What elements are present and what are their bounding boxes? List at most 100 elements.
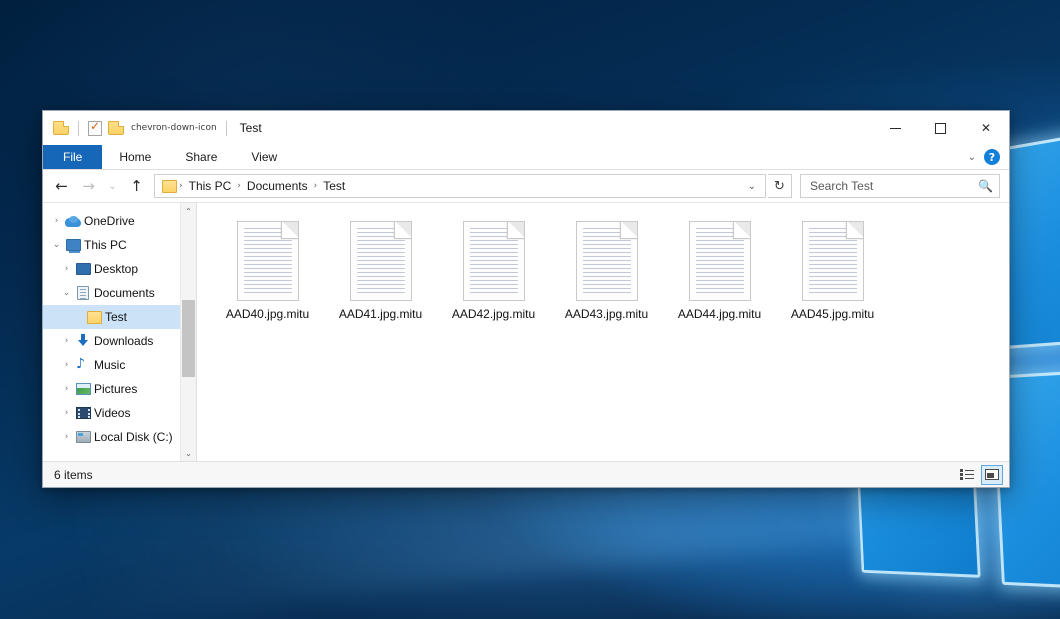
breadcrumb-item-this-pc[interactable]: This PC — [185, 179, 236, 193]
file-name-label: AAD45.jpg.mitu — [791, 307, 874, 321]
breadcrumb-item-documents[interactable]: Documents — [243, 179, 312, 193]
toolbar-divider — [78, 121, 79, 136]
tab-file[interactable]: File — [43, 145, 102, 169]
document-fold-corner — [394, 221, 412, 239]
expand-chevron-icon[interactable]: › — [59, 384, 74, 394]
expand-chevron-icon[interactable]: › — [59, 360, 74, 370]
document-fold-corner — [733, 221, 751, 239]
file-name-label: AAD43.jpg.mitu — [565, 307, 648, 321]
expand-chevron-icon[interactable]: › — [59, 264, 74, 274]
navigation-pane: › OneDrive ⌄ This PC › Desktop — [43, 203, 197, 461]
expand-chevron-icon[interactable]: › — [49, 216, 64, 226]
view-mode-buttons — [956, 465, 1003, 485]
file-name-label: AAD40.jpg.mitu — [226, 307, 309, 321]
sidebar-item-onedrive[interactable]: › OneDrive — [43, 209, 180, 233]
folder-icon — [85, 311, 103, 324]
scrollbar-thumb[interactable] — [182, 300, 195, 377]
new-folder-icon[interactable] — [108, 121, 124, 135]
ribbon-right-controls: ⌄ ? — [968, 145, 1009, 169]
document-fold-corner — [507, 221, 525, 239]
file-item[interactable]: AAD44.jpg.mitu — [663, 217, 776, 331]
chevron-down-icon[interactable]: chevron-down-icon — [131, 123, 217, 133]
properties-checkbox-icon[interactable] — [88, 121, 102, 136]
file-list-view[interactable]: AAD40.jpg.mitu AAD41.jpg.mitu — [197, 203, 1009, 461]
pictures-icon — [74, 383, 92, 395]
address-dropdown-chevron-down-icon[interactable]: ⌄ — [741, 181, 763, 192]
help-icon[interactable]: ? — [984, 149, 1000, 165]
close-button[interactable]: ✕ — [963, 111, 1009, 145]
sidebar-item-label: Music — [92, 358, 125, 372]
details-view-icon — [960, 469, 974, 480]
sidebar-item-label: Pictures — [92, 382, 137, 396]
folder-icon[interactable] — [53, 121, 69, 135]
maximize-icon — [935, 123, 946, 134]
file-name-label: AAD41.jpg.mitu — [339, 307, 422, 321]
recent-locations-chevron-down-icon[interactable]: ⌄ — [103, 174, 122, 198]
file-item[interactable]: AAD42.jpg.mitu — [437, 217, 550, 331]
sidebar-item-documents[interactable]: ⌄ Documents — [43, 281, 180, 305]
file-name-label: AAD44.jpg.mitu — [678, 307, 761, 321]
document-fold-corner — [620, 221, 638, 239]
file-item[interactable]: AAD43.jpg.mitu — [550, 217, 663, 331]
search-box[interactable]: Search Test 🔍 — [800, 174, 1000, 198]
sidebar-item-desktop[interactable]: › Desktop — [43, 257, 180, 281]
minimize-button[interactable] — [873, 111, 918, 145]
quick-access-toolbar: chevron-down-icon — [53, 121, 230, 136]
large-icons-view-button[interactable] — [981, 465, 1003, 485]
file-item[interactable]: AAD40.jpg.mitu — [211, 217, 324, 331]
sidebar-item-downloads[interactable]: › Downloads — [43, 329, 180, 353]
music-icon: ♪ — [74, 358, 92, 372]
tab-home[interactable]: Home — [102, 145, 168, 169]
sidebar-item-label: Test — [103, 310, 127, 324]
file-item[interactable]: AAD41.jpg.mitu — [324, 217, 437, 331]
sidebar-item-label: Downloads — [92, 334, 153, 348]
status-bar: 6 items — [43, 461, 1009, 487]
item-count-label: 6 items — [54, 468, 93, 482]
up-button[interactable]: ↑ — [124, 174, 149, 198]
back-button[interactable]: ← — [49, 174, 74, 198]
scroll-up-arrow-icon[interactable]: ⌃ — [181, 203, 196, 219]
address-bar: ← → ⌄ ↑ › This PC › Documents › Test ⌄ ↻… — [43, 170, 1009, 202]
forward-button[interactable]: → — [76, 174, 101, 198]
sidebar-item-pictures[interactable]: › Pictures — [43, 377, 180, 401]
sidebar-item-videos[interactable]: › Videos — [43, 401, 180, 425]
maximize-button[interactable] — [918, 111, 963, 145]
sidebar-item-test[interactable]: Test — [43, 305, 180, 329]
generic-document-icon — [350, 221, 412, 301]
generic-document-icon — [576, 221, 638, 301]
search-icon[interactable]: 🔍 — [978, 179, 993, 193]
large-icons-view-icon — [985, 469, 999, 480]
sidebar-item-label: Local Disk (C:) — [92, 430, 173, 444]
tab-view[interactable]: View — [234, 145, 294, 169]
ribbon-tab-bar: File Home Share View ⌄ ? — [43, 145, 1009, 170]
scrollbar-track[interactable] — [181, 219, 196, 445]
expand-chevron-icon[interactable]: › — [59, 432, 74, 442]
navigation-scrollbar[interactable]: ⌃ ⌄ — [180, 203, 196, 461]
sidebar-item-label: This PC — [82, 238, 127, 252]
window-body: › OneDrive ⌄ This PC › Desktop — [43, 202, 1009, 461]
breadcrumb-item-test[interactable]: Test — [319, 179, 349, 193]
downloads-icon — [74, 334, 92, 348]
expand-chevron-icon[interactable]: › — [59, 408, 74, 418]
breadcrumb[interactable]: › This PC › Documents › Test ⌄ — [154, 174, 766, 198]
sidebar-item-music[interactable]: › ♪ Music — [43, 353, 180, 377]
sidebar-item-this-pc[interactable]: ⌄ This PC — [43, 233, 180, 257]
breadcrumb-separator-1: › — [235, 181, 243, 191]
breadcrumb-folder-icon — [162, 180, 177, 193]
refresh-button[interactable]: ↻ — [768, 174, 792, 198]
sidebar-item-local-disk[interactable]: › Local Disk (C:) — [43, 425, 180, 449]
sidebar-item-label: Videos — [92, 406, 130, 420]
scroll-down-arrow-icon[interactable]: ⌄ — [181, 445, 196, 461]
file-grid: AAD40.jpg.mitu AAD41.jpg.mitu — [211, 217, 1009, 331]
expand-chevron-icon[interactable]: ⌄ — [59, 288, 74, 298]
details-view-button[interactable] — [956, 465, 978, 485]
breadcrumb-separator-2: › — [312, 181, 320, 191]
collapse-ribbon-chevron-down-icon[interactable]: ⌄ — [968, 152, 976, 163]
tab-share[interactable]: Share — [168, 145, 234, 169]
generic-document-icon — [802, 221, 864, 301]
search-input[interactable]: Search Test — [810, 179, 978, 193]
expand-chevron-icon[interactable]: ⌄ — [49, 240, 64, 250]
expand-chevron-icon[interactable]: › — [59, 336, 74, 346]
sidebar-item-label: Desktop — [92, 262, 138, 276]
file-item[interactable]: AAD45.jpg.mitu — [776, 217, 889, 331]
